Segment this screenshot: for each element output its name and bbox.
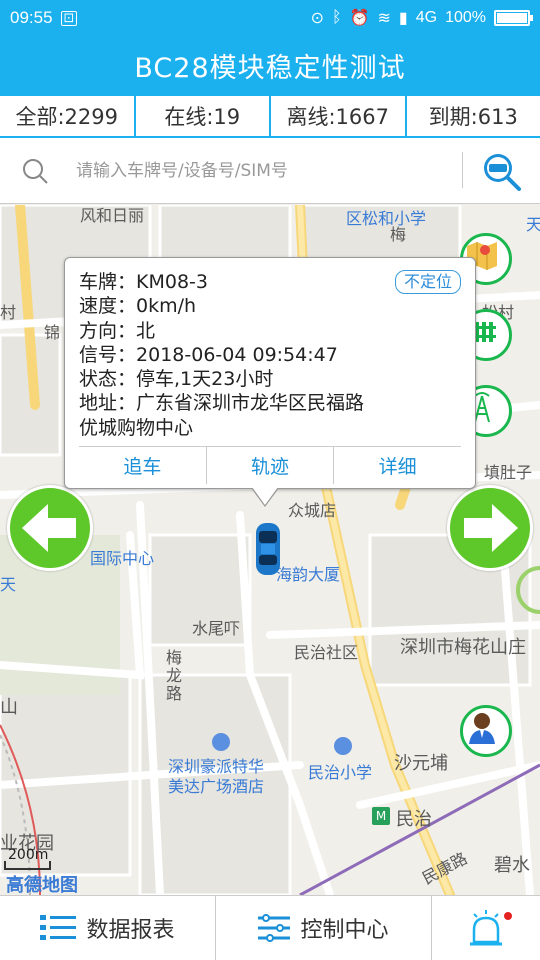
stat-online[interactable]: 在线:19 bbox=[136, 96, 271, 136]
map-label-tian: 天 bbox=[526, 215, 540, 234]
map-label-intl-center: 国际中心 bbox=[90, 549, 155, 568]
arrow-left-icon bbox=[22, 504, 76, 552]
map-label-mei: 梅 bbox=[390, 225, 407, 244]
map-label-jin: 锦 bbox=[44, 323, 61, 342]
map-label-tian2: 天 bbox=[0, 575, 17, 594]
metro-icon: M bbox=[372, 807, 390, 825]
vehicle-info-rows: 车牌：KM08-3 速度：0km/h 方向：北 信号：2018-06-04 09… bbox=[79, 270, 364, 440]
detail-button[interactable]: 详细 bbox=[334, 447, 461, 484]
map-label-shuiwei: 水尾吓 bbox=[192, 619, 241, 638]
map-label-meihua: 深圳市梅花山庄 bbox=[400, 637, 526, 658]
alarm-icon: ⏰ bbox=[349, 10, 370, 27]
wifi-icon: ≋ bbox=[377, 10, 391, 27]
plate-row: 车牌：KM08-3 bbox=[79, 270, 364, 294]
speed-row: 速度：0km/h bbox=[79, 294, 364, 318]
vehicle-info-popup: 不定位 车牌：KM08-3 速度：0km/h 方向：北 信号：2018-06-0… bbox=[64, 257, 476, 507]
plate-value: KM08-3 bbox=[136, 271, 208, 293]
map-label-haiyun: 海韵大厦 bbox=[276, 565, 341, 584]
map-label-minzhi-sq: 民治社区 bbox=[294, 643, 359, 662]
prev-vehicle-button[interactable] bbox=[7, 485, 93, 571]
address-value-line1: 广东省深圳市龙华区民福路 bbox=[136, 392, 365, 415]
signal-row: 信号：2018-06-04 09:54:47 bbox=[79, 343, 364, 367]
map-label-shayuan: 沙元埔 bbox=[394, 753, 448, 774]
map-label-minzhi-metro: 民治 bbox=[396, 809, 432, 830]
stat-expired[interactable]: 到期:613 bbox=[407, 96, 540, 136]
direction-label: 方向： bbox=[79, 319, 137, 342]
address-value-line2: 优城购物中心 bbox=[79, 416, 194, 439]
next-vehicle-button[interactable] bbox=[447, 485, 533, 571]
state-label: 状态： bbox=[79, 368, 137, 391]
plate-label: 车牌： bbox=[79, 271, 137, 293]
track-button[interactable]: 轨迹 bbox=[207, 447, 335, 484]
battery-icon bbox=[494, 10, 533, 26]
location-icon: ⊙ bbox=[310, 10, 324, 27]
hotel-poi-icon bbox=[212, 733, 230, 751]
direction-value: 北 bbox=[136, 319, 156, 342]
state-row: 状态：停车,1天23小时 bbox=[79, 367, 364, 391]
speed-label: 速度： bbox=[79, 295, 137, 318]
map-label-cun: 村 bbox=[0, 303, 17, 322]
alarm-notification-dot bbox=[504, 912, 512, 920]
state-value: 停车,1天23小时 bbox=[136, 368, 274, 391]
address-row: 地址：广东省深圳市龙华区民福路 bbox=[79, 391, 364, 415]
screenshot-icon: ⊡ bbox=[60, 10, 78, 26]
address-label: 地址： bbox=[79, 392, 137, 415]
vehicle-marker-icon[interactable] bbox=[254, 521, 282, 577]
vehicle-search-icon[interactable] bbox=[482, 152, 522, 192]
network-type: 4G bbox=[415, 9, 438, 26]
popup-tail bbox=[251, 487, 279, 507]
map-label-zhongcheng: 众城店 bbox=[288, 501, 337, 520]
map-label-bishui: 碧水 bbox=[494, 855, 530, 876]
school-poi-icon bbox=[334, 737, 352, 755]
map-label-tianzhu: 填肚子 bbox=[484, 463, 533, 482]
nav-control[interactable]: 控制中心 bbox=[216, 896, 432, 960]
app-header: 09:55 ⊡ ⊙ ᛒ ⏰ ≋ ▮ 4G 100% BC28模块稳定性测试 bbox=[0, 0, 540, 96]
stat-all[interactable]: 全部:2299 bbox=[0, 96, 136, 136]
nav-report[interactable]: 数据报表 bbox=[0, 896, 216, 960]
map-logo: 高德地图 bbox=[6, 875, 78, 895]
user-location-button[interactable] bbox=[460, 705, 512, 757]
address-row-2: 优城购物中心 bbox=[79, 416, 364, 440]
signal-label: 信号： bbox=[79, 343, 137, 366]
speed-value: 0km/h bbox=[136, 295, 197, 318]
location-status-badge: 不定位 bbox=[394, 270, 461, 294]
signal-value: 2018-06-04 09:54:47 bbox=[136, 343, 338, 366]
map-label-shan: 山 bbox=[0, 697, 18, 718]
nav-alarm[interactable] bbox=[432, 896, 540, 960]
alarm-light-icon bbox=[470, 910, 502, 946]
stats-tabs: 全部:2299 在线:19 离线:1667 到期:613 bbox=[0, 96, 540, 138]
bluetooth-icon: ᛒ bbox=[331, 9, 342, 26]
map-label-minzhi-school: 民治小学 bbox=[308, 763, 373, 782]
battery-percent: 100% bbox=[445, 9, 486, 26]
map-label-hotel-line2: 美达广场酒店 bbox=[168, 777, 265, 796]
person-icon bbox=[469, 713, 495, 744]
search-icon[interactable] bbox=[22, 158, 48, 184]
stat-offline[interactable]: 离线:1667 bbox=[271, 96, 407, 136]
status-time: 09:55 bbox=[10, 8, 53, 27]
nav-control-label: 控制中心 bbox=[300, 918, 389, 943]
map-scale: 200m bbox=[8, 847, 49, 863]
search-bar bbox=[0, 138, 540, 204]
follow-vehicle-button[interactable]: 追车 bbox=[79, 447, 207, 484]
settings-sliders-icon bbox=[258, 914, 291, 942]
nav-report-label: 数据报表 bbox=[86, 918, 175, 943]
map-label-songhe: 区松和小学 bbox=[346, 209, 427, 228]
search-divider bbox=[462, 152, 463, 188]
arrow-right-icon bbox=[464, 504, 518, 552]
search-input[interactable] bbox=[76, 156, 446, 186]
status-right: ⊙ ᛒ ⏰ ≋ ▮ 4G 100% bbox=[310, 8, 533, 28]
map-label-meilong: 梅龙路 bbox=[163, 649, 182, 703]
bottom-nav: 数据报表 控制中心 bbox=[0, 895, 540, 960]
page-title: BC28模块稳定性测试 bbox=[134, 53, 406, 84]
popup-actions: 追车 轨迹 详细 bbox=[79, 446, 461, 484]
status-bar: 09:55 ⊡ ⊙ ᛒ ⏰ ≋ ▮ 4G 100% bbox=[0, 0, 540, 36]
map-label-fenghe: 风和日丽 bbox=[80, 206, 145, 225]
list-icon bbox=[40, 915, 77, 940]
direction-row: 方向：北 bbox=[79, 319, 364, 343]
signal-icon: ▮ bbox=[398, 10, 408, 27]
